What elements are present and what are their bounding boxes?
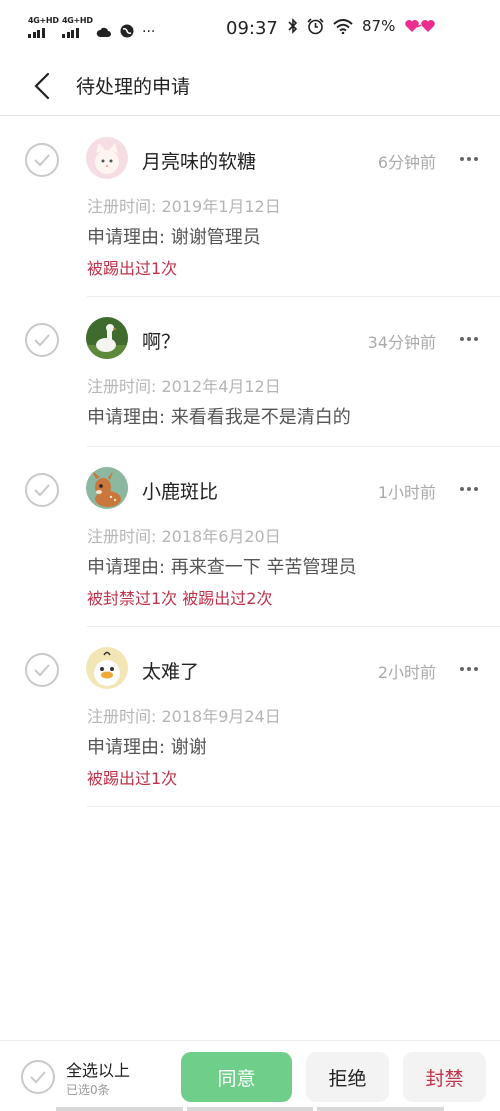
status-time: 09:37 [226,18,278,39]
agree-button[interactable]: 同意 [181,1052,292,1102]
register-date: 注册时间: 2018年6月20日 [87,527,281,546]
alarm-icon [307,17,324,34]
signal-icon-2: 4G+HD [62,16,93,38]
status-more-icon: ··· [142,24,156,40]
user-name[interactable]: 啊？ [142,327,180,354]
gesture-nav-bar [0,1107,500,1111]
reject-button[interactable]: 拒绝 [306,1052,389,1102]
hearts-icon [405,20,436,32]
request-item: 太难了 2小时前 注册时间: 2018年9月24日 申请理由: 谢谢 被踢出过1… [0,627,500,807]
request-list: 月亮味的软糖 6分钟前 注册时间: 2019年1月12日 申请理由: 谢谢管理员… [0,117,500,807]
request-time: 6分钟前 [377,153,436,172]
request-time: 34分钟前 [367,333,436,352]
request-reason: 申请理由: 来看看我是不是清白的 [87,407,351,428]
checkmark-icon [34,334,50,347]
network-type-2: 4G+HD [62,16,93,25]
more-options-icon[interactable] [454,147,484,171]
header: 待处理的申请 [0,58,500,116]
violation-history: 被踢出过1次 [87,769,178,788]
bottom-action-bar: 全选以上 已选0条 同意 拒绝 封禁 [0,1040,500,1111]
request-item: 月亮味的软糖 6分钟前 注册时间: 2019年1月12日 申请理由: 谢谢管理员… [0,117,500,297]
divider [87,806,500,807]
more-options-icon[interactable] [454,477,484,501]
avatar[interactable] [86,317,128,359]
checkmark-icon [30,1071,46,1084]
user-name[interactable]: 小鹿斑比 [142,477,218,504]
register-date: 注册时间: 2012年4月12日 [87,377,281,396]
status-bar: 4G+HD 4G+HD ··· 09:37 87% [0,0,500,58]
checkmark-icon [34,484,50,497]
bluetooth-icon [288,18,298,34]
select-all-checkbox[interactable] [21,1060,55,1094]
back-button[interactable] [22,66,62,106]
wifi-icon [333,18,353,34]
request-time: 1小时前 [377,483,436,502]
checkmark-icon [34,154,50,167]
page-title: 待处理的申请 [76,76,191,98]
request-item: 小鹿斑比 1小时前 注册时间: 2018年6月20日 申请理由: 再来查一下 辛… [0,447,500,627]
selected-count: 已选0条 [66,1083,110,1097]
cloud-icon [96,27,111,37]
violation-history: 被踢出过1次 [87,259,178,278]
select-checkbox[interactable] [25,143,59,177]
more-options-icon[interactable] [454,657,484,681]
select-all-label[interactable]: 全选以上 [66,1057,130,1081]
network-type-1: 4G+HD [28,16,59,25]
request-reason: 申请理由: 谢谢管理员 [87,227,261,248]
signal-icon: 4G+HD [28,16,59,38]
ban-button[interactable]: 封禁 [403,1052,486,1102]
request-reason: 申请理由: 谢谢 [87,737,207,758]
select-checkbox[interactable] [25,323,59,357]
select-checkbox[interactable] [25,653,59,687]
request-item: 啊？ 34分钟前 注册时间: 2012年4月12日 申请理由: 来看看我是不是清… [0,297,500,447]
battery-level: 87% [362,17,396,35]
status-bar-right: 87% [288,17,438,35]
request-time: 2小时前 [377,663,436,682]
vpn-globe-icon [120,24,134,38]
select-checkbox[interactable] [25,473,59,507]
avatar[interactable] [86,647,128,689]
register-date: 注册时间: 2019年1月12日 [87,197,281,216]
user-name[interactable]: 太难了 [142,657,199,684]
request-reason: 申请理由: 再来查一下 辛苦管理员 [87,557,357,578]
checkmark-icon [34,664,50,677]
violation-history: 被封禁过1次 被踢出过2次 [87,589,273,608]
more-options-icon[interactable] [454,327,484,351]
avatar[interactable] [86,467,128,509]
avatar[interactable] [86,137,128,179]
status-bar-left: 4G+HD 4G+HD ··· [28,16,156,40]
user-name[interactable]: 月亮味的软糖 [142,147,256,174]
register-date: 注册时间: 2018年9月24日 [87,707,281,726]
chevron-left-icon [34,72,50,100]
